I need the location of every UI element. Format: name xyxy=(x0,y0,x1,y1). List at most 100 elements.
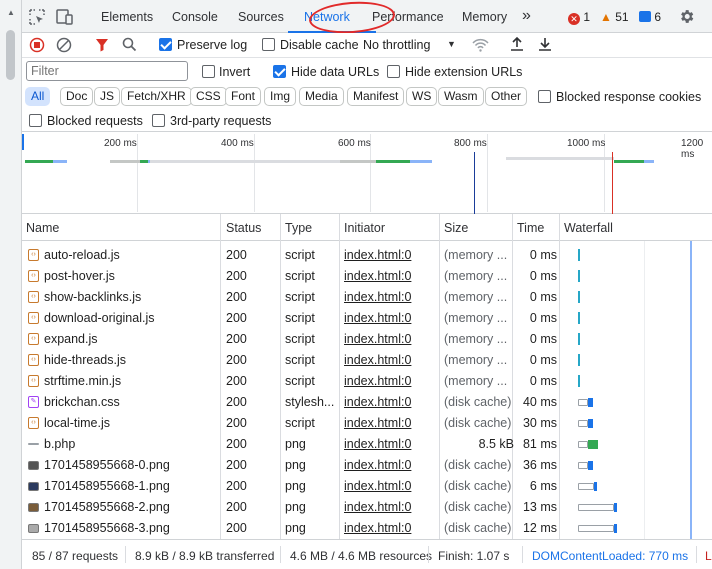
cell-time: 12 ms xyxy=(522,521,557,535)
errors-badge[interactable]: ✕ 1 xyxy=(568,10,590,25)
type-filter-manifest[interactable]: Manifest xyxy=(347,87,405,106)
scrollbar-thumb[interactable] xyxy=(6,30,15,80)
table-row[interactable]: ‹› auto-reload.js 200 script index.html:0 (me… xyxy=(22,245,712,266)
hide-extension-urls-checkbox[interactable] xyxy=(387,65,400,78)
tab-sources[interactable]: Sources xyxy=(238,10,284,24)
inspect-element-icon[interactable] xyxy=(29,9,45,25)
third-party-requests-checkbox[interactable] xyxy=(152,114,165,127)
export-har-icon[interactable] xyxy=(538,36,552,52)
blocked-response-cookies-checkbox[interactable] xyxy=(538,90,551,103)
clear-icon[interactable] xyxy=(56,37,72,53)
cell-initiator[interactable]: index.html:0 xyxy=(344,332,439,346)
column-initiator[interactable]: Initiator xyxy=(344,221,385,235)
table-row[interactable]: ‹› download-original.js 200 script index.htm… xyxy=(22,308,712,329)
cell-initiator[interactable]: index.html:0 xyxy=(344,311,439,325)
table-row[interactable]: ‹› show-backlinks.js 200 script index.html:0… xyxy=(22,287,712,308)
search-icon[interactable] xyxy=(122,37,137,52)
blocked-requests-checkbox[interactable] xyxy=(29,114,42,127)
type-filter-all[interactable]: All xyxy=(25,87,51,106)
settings-gear-icon[interactable] xyxy=(678,8,695,25)
network-overview-timeline[interactable]: 200 ms 400 ms 600 ms 800 ms 1000 ms 1200… xyxy=(22,132,712,214)
type-filter-media[interactable]: Media xyxy=(299,87,344,106)
summary-divider xyxy=(696,546,697,563)
cell-time: 30 ms xyxy=(522,416,557,430)
left-scroll-strip[interactable]: ▲ xyxy=(0,0,22,569)
network-conditions-wifi-icon[interactable] xyxy=(472,37,489,53)
table-row[interactable]: ‹› local-time.js 200 script index.html:0 (dis… xyxy=(22,413,712,434)
waterfall-bar xyxy=(578,375,580,387)
type-filter-wasm[interactable]: Wasm xyxy=(438,87,484,106)
more-tabs-icon[interactable]: » xyxy=(522,7,531,25)
table-row[interactable]: 1701458955668-0.png 200 png index.html:0 (di… xyxy=(22,455,712,476)
type-filter-js[interactable]: JS xyxy=(94,87,121,106)
record-stop-icon[interactable] xyxy=(29,37,45,53)
messages-badge[interactable]: 6 xyxy=(639,10,661,24)
cell-initiator[interactable]: index.html:0 xyxy=(344,521,439,535)
cell-initiator[interactable]: index.html:0 xyxy=(344,479,439,493)
cell-type: script xyxy=(285,374,315,388)
waterfall-bar xyxy=(588,398,593,407)
table-row[interactable]: ‹› hide-threads.js 200 script index.html:0 (m… xyxy=(22,350,712,371)
overview-tick: 800 ms xyxy=(454,138,487,149)
hide-data-urls-checkbox[interactable] xyxy=(273,65,286,78)
document-file-icon xyxy=(28,443,39,445)
column-waterfall[interactable]: Waterfall xyxy=(564,221,613,235)
table-row[interactable]: ‹› expand.js 200 script index.html:0 (memory … xyxy=(22,329,712,350)
cell-type: script xyxy=(285,290,315,304)
type-filter-doc[interactable]: Doc xyxy=(60,87,94,106)
cell-initiator[interactable]: index.html:0 xyxy=(344,353,439,367)
table-row[interactable]: 1701458955668-1.png 200 png index.html:0 (di… xyxy=(22,476,712,497)
tab-console[interactable]: Console xyxy=(172,10,218,24)
throttling-dropdown-icon[interactable]: ▼ xyxy=(447,39,456,49)
messages-count: 6 xyxy=(654,10,662,24)
table-row[interactable]: 1701458955668-2.png 200 png index.html:0 (di… xyxy=(22,497,712,518)
throttling-select[interactable]: No throttling xyxy=(363,38,430,52)
disable-cache-checkbox[interactable] xyxy=(262,38,275,51)
cell-time: 6 ms xyxy=(529,479,557,493)
scroll-up-icon[interactable]: ▲ xyxy=(7,8,15,17)
table-row[interactable]: b.php 200 png index.html:0 8.5 kB 81 ms xyxy=(22,434,712,455)
waterfall-bar xyxy=(588,440,598,449)
device-toolbar-icon[interactable] xyxy=(56,9,74,25)
cell-initiator[interactable]: index.html:0 xyxy=(344,290,439,304)
filter-input[interactable] xyxy=(26,61,188,81)
table-row[interactable]: 1701458955668-3.png 200 png index.html:0 (di… xyxy=(22,518,712,539)
cell-initiator[interactable]: index.html:0 xyxy=(344,416,439,430)
type-filter-css[interactable]: CSS xyxy=(190,87,227,106)
overview-tick: 1200 ms xyxy=(681,138,704,160)
column-time[interactable]: Time xyxy=(517,221,544,235)
cell-initiator[interactable]: index.html:0 xyxy=(344,248,439,262)
column-type[interactable]: Type xyxy=(285,221,312,235)
warnings-badge[interactable]: ▲ 51 xyxy=(600,10,629,24)
cell-initiator[interactable]: index.html:0 xyxy=(344,458,439,472)
column-status[interactable]: Status xyxy=(226,221,261,235)
table-row[interactable]: ‹› strftime.min.js 200 script index.html:0 (m… xyxy=(22,371,712,392)
column-size[interactable]: Size xyxy=(444,221,468,235)
column-name[interactable]: Name xyxy=(26,221,59,235)
cell-initiator[interactable]: index.html:0 xyxy=(344,437,439,451)
type-filter-ws[interactable]: WS xyxy=(406,87,438,106)
table-row[interactable]: ‹› post-hover.js 200 script index.html:0 (mem… xyxy=(22,266,712,287)
requests-table-header: Name Status Type Initiator Size Time Wat… xyxy=(22,214,712,241)
cell-name: expand.js xyxy=(44,332,98,346)
overview-tick: 200 ms xyxy=(104,138,137,149)
cell-initiator[interactable]: index.html:0 xyxy=(344,269,439,283)
waterfall-queue-bar xyxy=(578,483,594,490)
filter-funnel-icon[interactable] xyxy=(95,38,109,52)
table-row[interactable]: ✎ brickchan.css 200 stylesh... index.html:0(… xyxy=(22,392,712,413)
overview-gridline xyxy=(487,134,488,212)
type-filter-img[interactable]: Img xyxy=(264,87,297,106)
cell-initiator[interactable]: index.html:0 xyxy=(344,374,439,388)
preserve-log-checkbox[interactable] xyxy=(159,38,172,51)
invert-checkbox[interactable] xyxy=(202,65,215,78)
cell-initiator[interactable]: index.html:0 xyxy=(344,500,439,514)
tab-memory[interactable]: Memory xyxy=(462,10,507,24)
type-filter-other[interactable]: Other xyxy=(485,87,528,106)
type-filter-font[interactable]: Font xyxy=(225,87,262,106)
cell-initiator[interactable]: index.html:0 xyxy=(344,395,439,409)
import-har-icon[interactable] xyxy=(510,36,524,52)
summary-finish: Finish: 1.07 s xyxy=(438,549,510,563)
type-filter-fetch-xhr[interactable]: Fetch/XHR xyxy=(121,87,192,106)
tab-elements[interactable]: Elements xyxy=(101,10,153,24)
waterfall-bar xyxy=(614,524,617,533)
